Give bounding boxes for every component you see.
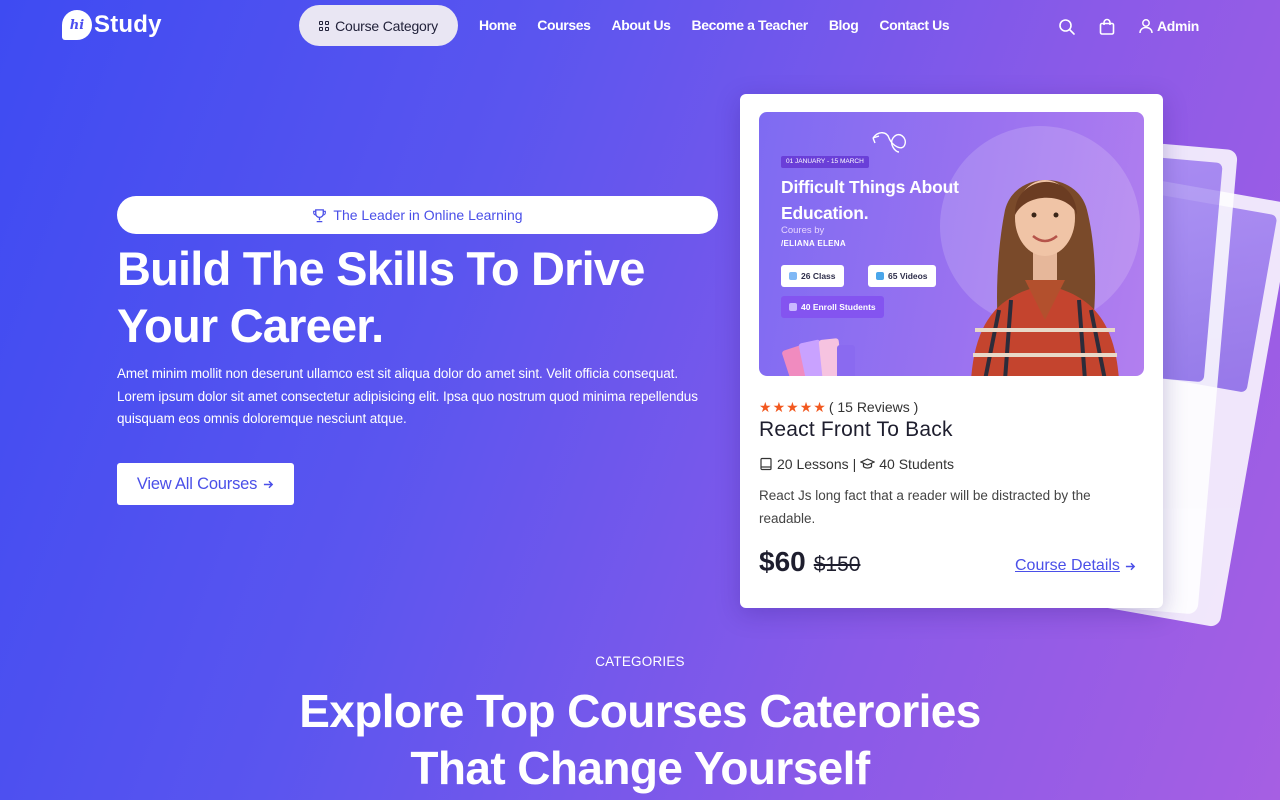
hero-title-line-1: Build The Skills To Drive <box>117 242 645 295</box>
arrow-right-icon <box>1125 562 1136 570</box>
thumbnail-chip-students: 40 Enroll Students <box>781 296 884 318</box>
star-icon: ★ <box>799 399 813 415</box>
current-price: $60 <box>759 546 806 577</box>
user-account[interactable]: Admin <box>1138 18 1199 34</box>
logo[interactable]: hi Study <box>62 9 162 41</box>
nav-about-us[interactable]: About Us <box>612 17 671 33</box>
students-count: 40 Students <box>879 456 954 472</box>
graduation-cap-icon <box>860 458 876 469</box>
categories-title: Explore Top Courses Caterories That Chan… <box>0 683 1280 797</box>
grid-icon <box>319 20 330 31</box>
star-icon: ★ <box>772 399 786 415</box>
review-count: ( 15 Reviews ) <box>828 399 919 415</box>
course-category-label: Course Category <box>335 17 438 34</box>
course-card[interactable]: 01 JANUARY - 15 MARCH Difficult Things A… <box>740 94 1163 608</box>
search-icon[interactable] <box>1058 18 1076 36</box>
course-rating: ★ ★ ★ ★ ★ ( 15 Reviews ) <box>759 399 918 415</box>
squiggle-decoration-icon <box>872 132 906 153</box>
categories-title-line-1: Explore Top Courses Caterories <box>299 685 981 737</box>
thumbnail-date: 01 JANUARY - 15 MARCH <box>781 156 869 168</box>
arrow-right-icon <box>264 480 274 488</box>
user-icon <box>1139 19 1153 34</box>
nav-contact-us[interactable]: Contact Us <box>879 17 949 33</box>
thumbnail-title: Difficult Things About Education. <box>781 177 959 223</box>
star-icon: ★ <box>759 399 772 415</box>
trophy-icon <box>313 208 327 222</box>
thumbnail-chip-class: 26 Class <box>781 265 844 287</box>
nav-courses[interactable]: Courses <box>537 17 591 33</box>
hero-title-line-2: Your Career. <box>117 299 384 352</box>
course-thumbnail[interactable]: 01 JANUARY - 15 MARCH Difficult Things A… <box>759 112 1144 376</box>
site-header: hi Study Course Category Home Courses Ab… <box>0 0 1280 54</box>
categories-label: CATEGORIES <box>595 654 685 669</box>
logo-text: Study <box>94 11 162 38</box>
nav-become-a-teacher[interactable]: Become a Teacher <box>692 17 809 33</box>
main-nav: Home Courses About Us Become a Teacher B… <box>479 17 950 33</box>
course-category-button[interactable]: Course Category <box>299 5 458 46</box>
thumbnail-by: Coures by <box>781 225 825 236</box>
hero-description: Amet minim mollit non deserunt ullamco e… <box>117 366 698 426</box>
old-price: $150 <box>813 553 861 576</box>
course-title[interactable]: React Front To Back <box>759 418 953 442</box>
course-details-link[interactable]: Course Details <box>1015 557 1136 575</box>
meta-separator: | <box>852 456 857 472</box>
course-meta: 20 Lessons | 40 Students <box>759 456 954 472</box>
view-all-courses-label: View All Courses <box>136 474 258 493</box>
shopping-bag-icon[interactable] <box>1098 18 1116 36</box>
user-label: Admin <box>1157 18 1200 34</box>
lessons-count: 20 Lessons <box>777 456 849 472</box>
thumbnail-chip-videos: 65 Videos <box>868 265 936 287</box>
view-all-courses-button[interactable]: View All Courses <box>117 463 294 505</box>
star-icon: ★ <box>786 399 799 415</box>
course-details-label: Course Details <box>1015 557 1120 574</box>
course-description: React Js long fact that a reader will be… <box>759 488 1091 526</box>
nav-home[interactable]: Home <box>479 17 517 33</box>
logo-mark: hi <box>62 10 92 40</box>
categories-title-line-2: That Change Yourself <box>410 742 870 794</box>
instructor-photo <box>971 180 1119 376</box>
book-icon <box>760 457 772 471</box>
nav-blog[interactable]: Blog <box>829 17 859 33</box>
hero-badge-text: The Leader in Online Learning <box>333 207 523 223</box>
thumbnail-author: /ELIANA ELENA <box>781 239 846 248</box>
books-illustration <box>782 338 855 376</box>
hero-badge: The Leader in Online Learning <box>117 196 718 234</box>
course-price: $60 $150 <box>759 546 860 578</box>
star-icon: ★ <box>813 399 826 415</box>
hero-title: Build The Skills To Drive Your Career. <box>117 240 717 354</box>
